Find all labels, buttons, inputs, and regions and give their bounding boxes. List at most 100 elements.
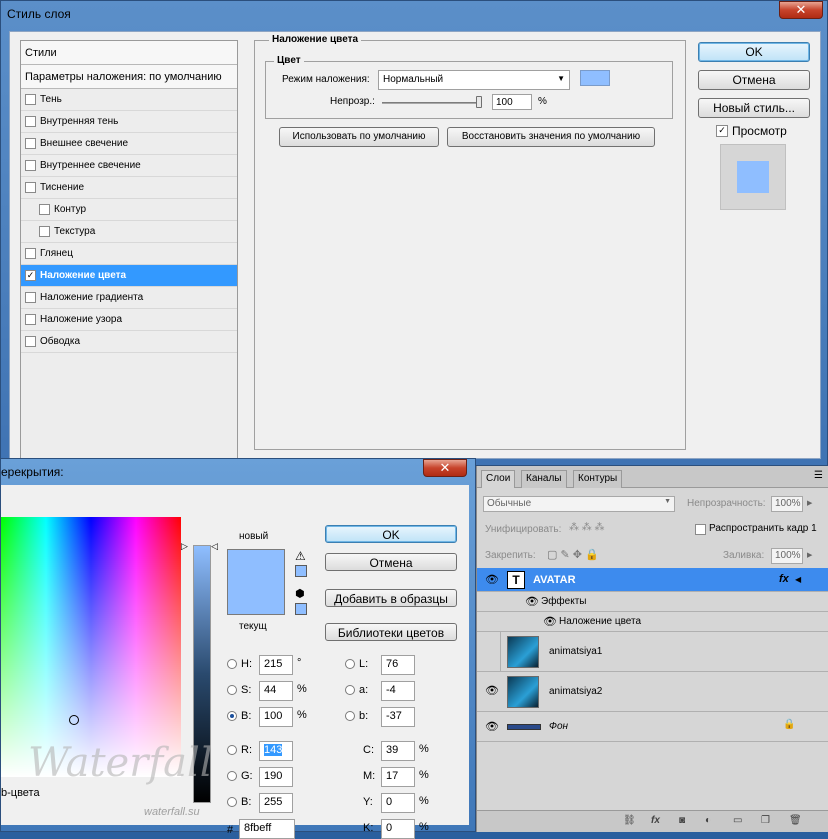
- warning-icon[interactable]: ⚠: [295, 549, 306, 563]
- brightness-input[interactable]: 100: [259, 707, 293, 727]
- style-checkbox[interactable]: [39, 204, 50, 215]
- layer-animatsiya2[interactable]: 👁 animatsiya2: [477, 672, 828, 712]
- color-overlay-effect-row[interactable]: 👁 Наложение цвета: [477, 612, 828, 632]
- trash-icon[interactable]: 🗑: [789, 815, 802, 826]
- preview-toggle[interactable]: ✓ Просмотр: [716, 124, 787, 138]
- expand-arrow-icon[interactable]: ◀: [795, 575, 801, 584]
- mask-icon[interactable]: ◙: [679, 815, 685, 826]
- color-field-cursor[interactable]: [69, 715, 79, 725]
- color-libraries-button[interactable]: Библиотеки цветов: [325, 623, 457, 641]
- style-item[interactable]: Наложение градиента: [21, 287, 237, 309]
- red-radio[interactable]: [227, 745, 237, 755]
- close-button[interactable]: ✕: [423, 459, 467, 477]
- panel-menu-icon[interactable]: ☰: [814, 470, 823, 481]
- unify-icons[interactable]: ⁂ ⁂ ⁂: [569, 522, 605, 533]
- tab-layers[interactable]: Слои: [481, 470, 516, 488]
- style-item[interactable]: Текстура: [21, 221, 237, 243]
- style-checkbox[interactable]: [39, 226, 50, 237]
- b-channel-radio[interactable]: [345, 711, 355, 721]
- saturation-radio[interactable]: [227, 685, 237, 695]
- preview-checkbox[interactable]: ✓: [716, 125, 728, 137]
- hue-input[interactable]: 215: [259, 655, 293, 675]
- eye-icon[interactable]: 👁: [525, 595, 539, 608]
- styles-header[interactable]: Стили: [21, 41, 237, 65]
- blend-mode-select[interactable]: Нормальный ▼: [378, 70, 570, 90]
- style-checkbox[interactable]: [25, 116, 36, 127]
- style-item[interactable]: Наложение узора: [21, 309, 237, 331]
- style-checkbox[interactable]: [25, 248, 36, 259]
- group-folder-icon[interactable]: ▭: [733, 815, 742, 826]
- a-channel-radio[interactable]: [345, 685, 355, 695]
- ok-button[interactable]: OK: [325, 525, 457, 543]
- use-default-button[interactable]: Использовать по умолчанию: [279, 127, 439, 147]
- lightness-input[interactable]: 76: [381, 655, 415, 675]
- blending-options-item[interactable]: Параметры наложения: по умолчанию: [21, 65, 237, 89]
- eye-icon[interactable]: 👁: [485, 573, 499, 586]
- cancel-button[interactable]: Отмена: [698, 70, 810, 90]
- title-bar[interactable]: Стиль слоя ✕: [1, 1, 827, 31]
- add-to-swatches-button[interactable]: Добавить в образцы: [325, 589, 457, 607]
- opacity-slider-thumb[interactable]: [476, 96, 482, 108]
- tab-paths[interactable]: Контуры: [573, 470, 623, 488]
- close-button[interactable]: ✕: [779, 1, 823, 19]
- slider-arrow-right-icon[interactable]: ◁: [211, 541, 218, 552]
- style-item[interactable]: ✓ Наложение цвета: [21, 265, 237, 287]
- fx-icon[interactable]: fx: [779, 573, 789, 585]
- add-style-icon[interactable]: fx: [651, 815, 660, 826]
- web-safe-swatch[interactable]: [295, 603, 307, 615]
- style-item[interactable]: Контур: [21, 199, 237, 221]
- propagate-frame-checkbox[interactable]: [695, 524, 706, 535]
- green-input[interactable]: 190: [259, 767, 293, 787]
- chevron-right-icon[interactable]: ▶: [807, 499, 812, 507]
- style-item[interactable]: Глянец: [21, 243, 237, 265]
- ok-button[interactable]: OK: [698, 42, 810, 62]
- layer-blend-mode-select[interactable]: Обычные ▼: [483, 496, 675, 512]
- style-item[interactable]: Тень: [21, 89, 237, 111]
- new-layer-icon[interactable]: ❐: [761, 815, 770, 826]
- overlay-color-swatch[interactable]: [580, 70, 610, 86]
- layer-background[interactable]: 👁 Фон 🔒: [477, 712, 828, 742]
- hue-radio[interactable]: [227, 659, 237, 669]
- style-checkbox[interactable]: [25, 182, 36, 193]
- link-icon[interactable]: ⛓: [623, 815, 636, 826]
- visibility-toggle[interactable]: [481, 632, 501, 671]
- style-checkbox[interactable]: [25, 314, 36, 325]
- style-checkbox[interactable]: [25, 292, 36, 303]
- adjustment-icon[interactable]: ◐: [705, 815, 711, 826]
- red-input[interactable]: 143: [259, 741, 293, 761]
- eye-icon[interactable]: 👁: [485, 684, 499, 697]
- style-checkbox[interactable]: [25, 336, 36, 347]
- blue-radio[interactable]: [227, 797, 237, 807]
- eye-icon[interactable]: 👁: [485, 720, 499, 733]
- brightness-radio[interactable]: [227, 711, 237, 721]
- blue-input[interactable]: 255: [259, 793, 293, 813]
- new-style-button[interactable]: Новый стиль...: [698, 98, 810, 118]
- style-checkbox[interactable]: [25, 138, 36, 149]
- style-checkbox[interactable]: [25, 94, 36, 105]
- saturation-input[interactable]: 44: [259, 681, 293, 701]
- cube-icon[interactable]: ⬢: [295, 587, 305, 600]
- fill-input[interactable]: 100%: [771, 548, 803, 564]
- yellow-input[interactable]: 0: [381, 793, 415, 813]
- magenta-input[interactable]: 17: [381, 767, 415, 787]
- tab-channels[interactable]: Каналы: [521, 470, 567, 488]
- effects-row[interactable]: 👁 Эффекты: [477, 592, 828, 612]
- lightness-radio[interactable]: [345, 659, 355, 669]
- style-item[interactable]: Внутреннее свечение: [21, 155, 237, 177]
- chevron-right-icon[interactable]: ▶: [807, 551, 812, 559]
- layer-animatsiya1[interactable]: animatsiya1: [477, 632, 828, 672]
- style-item[interactable]: Тиснение: [21, 177, 237, 199]
- b-channel-input[interactable]: -37: [381, 707, 415, 727]
- style-checkbox[interactable]: [25, 160, 36, 171]
- style-item[interactable]: Внутренняя тень: [21, 111, 237, 133]
- hex-input[interactable]: 8fbeff: [239, 819, 295, 839]
- cancel-button[interactable]: Отмена: [325, 553, 457, 571]
- layer-opacity-input[interactable]: 100%: [771, 496, 803, 512]
- opacity-slider-track[interactable]: [382, 102, 482, 104]
- opacity-input[interactable]: 100: [492, 94, 532, 110]
- gamut-swatch[interactable]: [295, 565, 307, 577]
- cyan-input[interactable]: 39: [381, 741, 415, 761]
- style-checkbox[interactable]: ✓: [25, 270, 36, 281]
- black-input[interactable]: 0: [381, 819, 415, 839]
- a-channel-input[interactable]: -4: [381, 681, 415, 701]
